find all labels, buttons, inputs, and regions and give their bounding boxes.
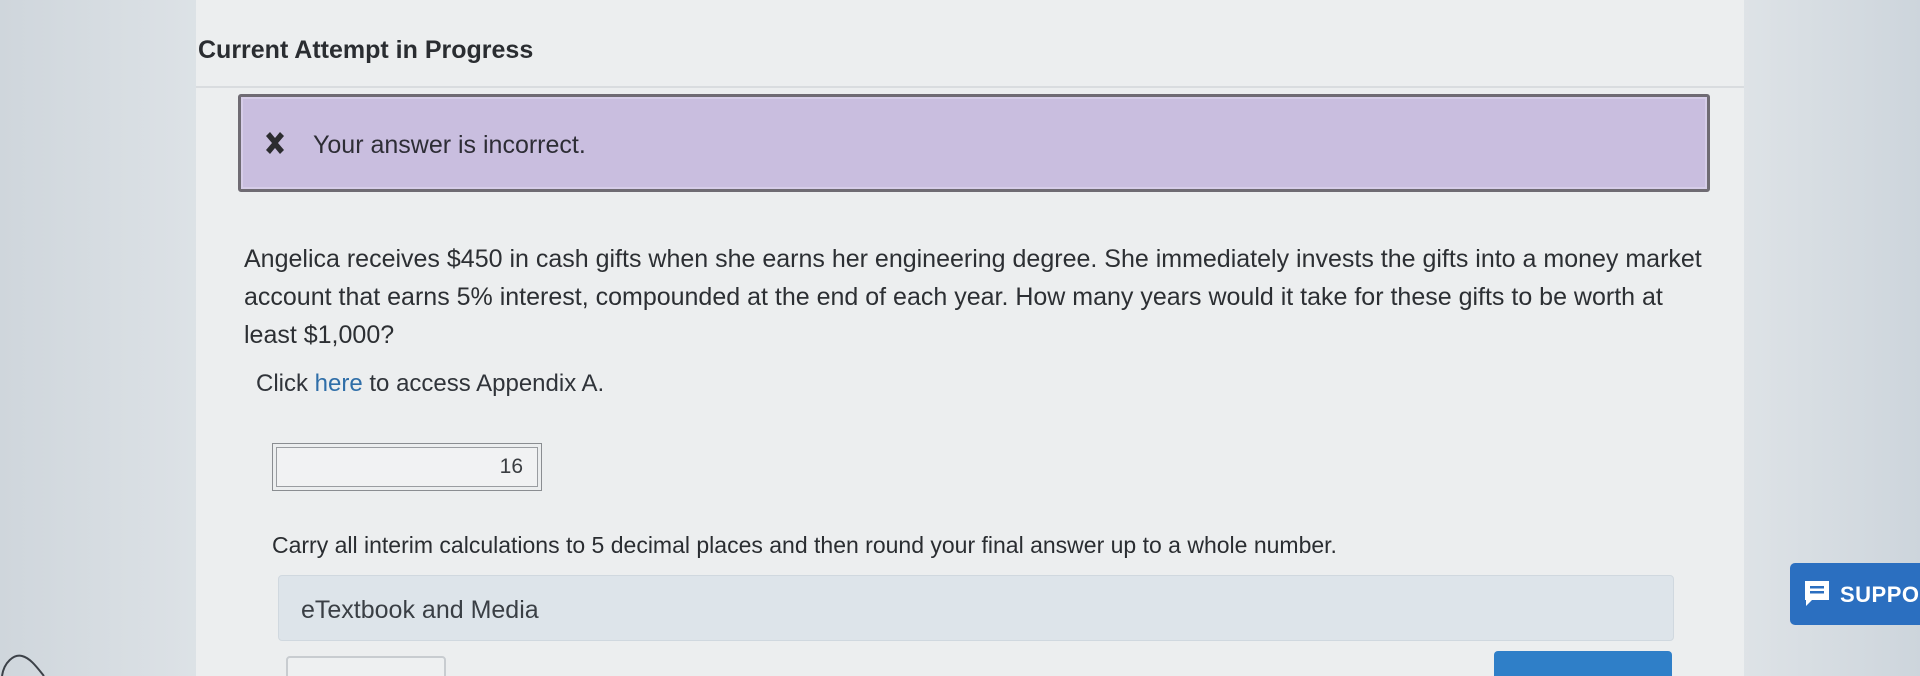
attempt-title: Current Attempt in Progress <box>198 36 534 64</box>
chat-icon <box>1805 581 1829 606</box>
rounding-instruction: Carry all interim calculations to 5 deci… <box>272 532 1337 558</box>
appendix-line: Click here to access Appendix A. <box>256 370 604 398</box>
corner-decoration <box>1 654 45 676</box>
question-text: Angelica receives $450 in cash gifts whe… <box>244 245 1702 349</box>
close-x-icon <box>266 132 284 154</box>
appendix-link[interactable]: here <box>315 370 363 397</box>
answer-input[interactable] <box>276 447 538 487</box>
appendix-suffix: to access Appendix A. <box>362 370 605 397</box>
support-label: SUPPO <box>1840 582 1920 607</box>
secondary-button[interactable] <box>286 656 446 676</box>
feedback-message: Your answer is incorrect. <box>313 131 586 159</box>
question-panel: Current Attempt in Progress Your answer … <box>196 0 1744 676</box>
attempt-header: Current Attempt in Progress <box>196 0 1744 88</box>
etextbook-media-toggle[interactable]: eTextbook and Media <box>278 575 1674 641</box>
answer-field-frame <box>272 443 542 491</box>
etextbook-media-label: eTextbook and Media <box>301 596 539 624</box>
feedback-banner: Your answer is incorrect. <box>238 94 1710 192</box>
appendix-prefix: Click <box>256 370 315 397</box>
primary-button[interactable] <box>1494 651 1672 676</box>
screen: Current Attempt in Progress Your answer … <box>0 0 1920 676</box>
support-button[interactable]: SUPPO <box>1790 563 1920 625</box>
